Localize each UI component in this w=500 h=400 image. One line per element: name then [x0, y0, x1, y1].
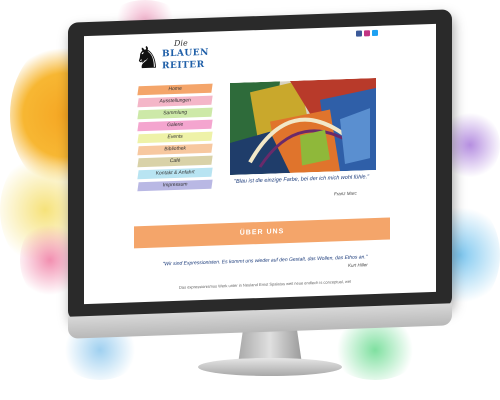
monitor: ♞ Die BLAUEN REITER Home Ausstellungen S…	[68, 9, 452, 339]
nav-item-ausstellungen[interactable]: Ausstellungen	[137, 95, 213, 108]
quote-author-franz-marc: Franz Marc	[334, 190, 357, 197]
nav-item-cafe[interactable]: Café	[137, 155, 213, 168]
twitter-icon[interactable]	[372, 29, 378, 37]
nav-item-events[interactable]: Events	[137, 131, 213, 144]
intro-paragraph: Das expressionismus Werk unter in Neulan…	[178, 278, 351, 290]
instagram-icon[interactable]	[364, 30, 370, 37]
nav-item-kontakt[interactable]: Kontakt & Anfahrt	[137, 167, 213, 180]
website-screen: ♞ Die BLAUEN REITER Home Ausstellungen S…	[84, 23, 436, 305]
nav-item-home[interactable]: Home	[137, 83, 213, 96]
about-us-banner[interactable]: ÜBER UNS	[134, 217, 390, 249]
nav-item-sammlung[interactable]: Sammlung	[137, 107, 213, 120]
facebook-icon[interactable]	[356, 30, 362, 37]
logo-line-2: BLAUEN	[162, 47, 209, 60]
main-navigation: Home Ausstellungen Sammlung Galerie Even…	[137, 83, 213, 195]
quote-author-kurt-hiller: Kurt Hiller	[348, 262, 368, 268]
painting-image	[230, 77, 376, 176]
monitor-stand-base	[198, 358, 342, 376]
logo-line-3: REITER	[162, 59, 205, 72]
nav-item-bibliothek[interactable]: Bibliothek	[137, 143, 213, 156]
quote-franz-marc: "Blau ist die einzige Farbe, bei der ich…	[234, 174, 370, 185]
site-logo[interactable]: ♞ Die BLAUEN REITER	[134, 38, 216, 83]
nav-item-impressum[interactable]: Impressum	[137, 179, 213, 192]
horse-icon: ♞	[134, 40, 161, 77]
nav-item-galerie[interactable]: Galerie	[137, 119, 213, 132]
logo-line-1: Die	[174, 38, 188, 49]
social-links	[356, 29, 378, 37]
